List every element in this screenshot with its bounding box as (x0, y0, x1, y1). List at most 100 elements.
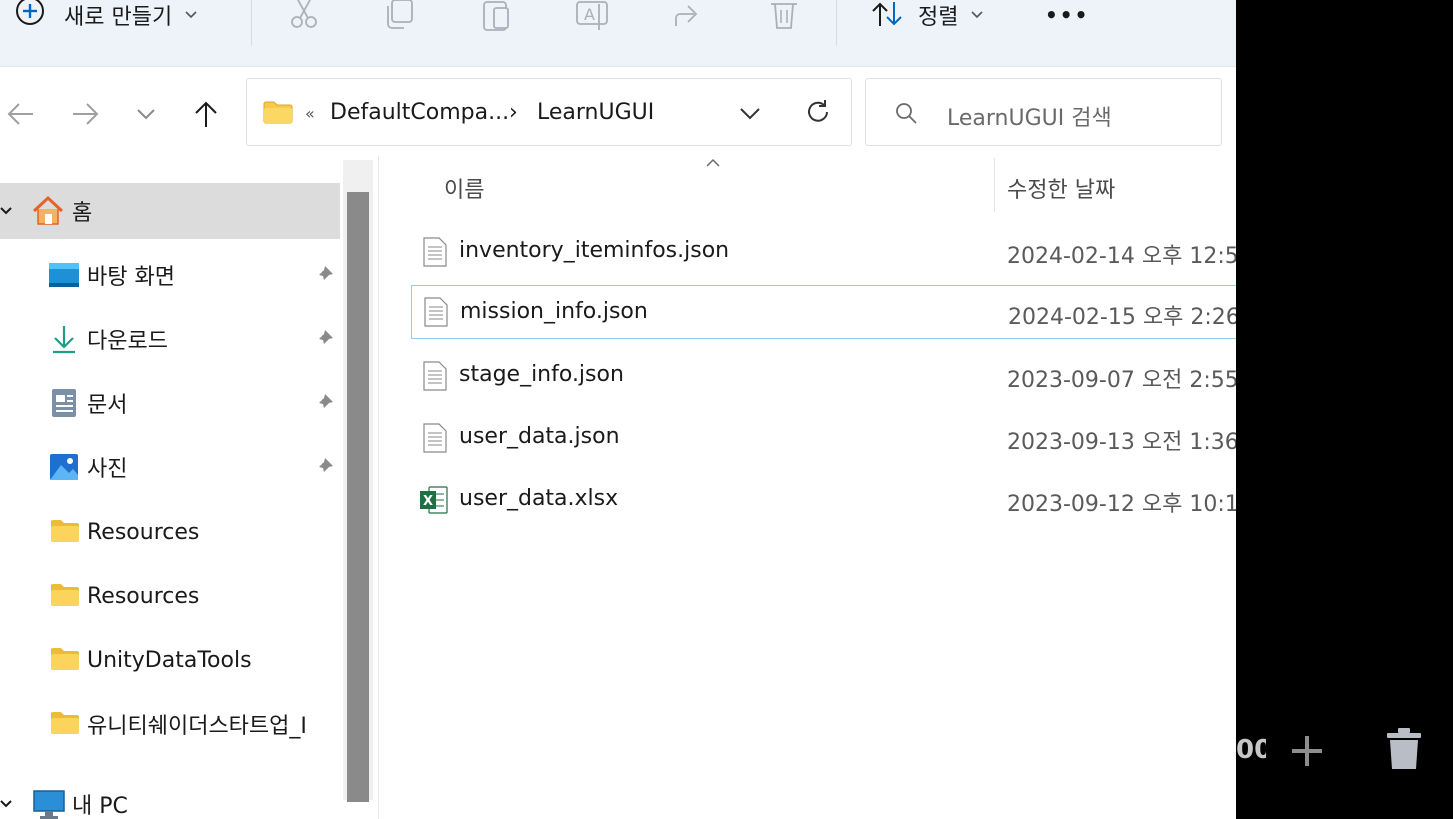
cut-icon[interactable] (288, 0, 320, 32)
svg-text:A: A (584, 5, 595, 24)
sort-ascending-caret-icon (706, 158, 720, 167)
folder-icon (263, 101, 293, 124)
breadcrumb-learnugui[interactable]: LearnUGUI (537, 100, 654, 125)
pin-icon[interactable] (313, 328, 335, 350)
more-options-button[interactable]: ••• (1045, 0, 1089, 30)
refresh-icon[interactable] (805, 99, 831, 125)
file-name: user_data.json (459, 424, 620, 449)
column-separator[interactable] (994, 158, 995, 212)
folder-icon (51, 648, 79, 670)
file-row-selected[interactable]: mission_info.json 2024-02-15 오후 2:26 (411, 285, 1236, 339)
file-row[interactable]: stage_info.json 2023-09-07 오전 2:55 (411, 349, 1236, 403)
file-name: inventory_iteminfos.json (459, 238, 730, 263)
chevron-down-icon[interactable] (739, 106, 761, 120)
sidebar-item-resources-2[interactable]: Resources (0, 568, 340, 624)
sidebar-item-downloads[interactable]: 다운로드 (0, 311, 340, 367)
json-file-icon (423, 423, 447, 453)
sort-button-label: 정렬 (918, 5, 959, 30)
plus-icon[interactable] (1289, 733, 1325, 769)
column-header-modified[interactable]: 수정한 날짜 (1007, 172, 1115, 204)
sidebar-item-label: Resources (87, 519, 200, 545)
sidebar-item-this-pc[interactable]: 내 PC (0, 776, 340, 819)
more-options-icon: ••• (1045, 3, 1090, 27)
arrow-left-icon (7, 103, 33, 125)
plus-circle-icon (16, 0, 44, 25)
breadcrumb-separator: › (509, 100, 518, 125)
sidebar-item-unity-shader-startup[interactable]: 유니티쉐이더스타트업_I (0, 696, 340, 752)
sort-arrows-icon (872, 2, 902, 26)
sidebar-item-label: 문서 (87, 393, 128, 418)
chevron-down-icon (971, 11, 984, 19)
pin-icon[interactable] (313, 456, 335, 478)
svg-text:X: X (423, 494, 433, 509)
chevron-down-icon (185, 11, 197, 19)
arrow-up-icon (195, 101, 217, 127)
rename-icon[interactable]: A (575, 0, 609, 32)
address-bar[interactable]: « DefaultCompa... › LearnUGUI (246, 78, 852, 146)
toolbar-separator (251, 0, 252, 46)
file-row[interactable]: user_data.json 2023-09-13 오전 1:36 (411, 411, 1236, 465)
sidebar-item-label: Resources (87, 583, 200, 609)
expand-chevron-icon[interactable] (0, 205, 14, 217)
sidebar-item-pictures[interactable]: 사진 (0, 439, 340, 495)
file-name: mission_info.json (460, 299, 648, 324)
folder-icon (51, 584, 79, 606)
file-row[interactable]: inventory_iteminfos.json 2024-02-14 오후 1… (411, 225, 1236, 279)
sidebar-item-unitydatatools[interactable]: UnityDataTools (0, 632, 340, 688)
delete-icon[interactable] (768, 0, 800, 32)
sidebar-item-label: 내 PC (72, 794, 128, 819)
desktop-icon (49, 263, 79, 287)
column-header-name[interactable]: 이름 (444, 172, 484, 204)
pin-icon[interactable] (313, 264, 335, 286)
download-icon (53, 326, 75, 354)
expand-chevron-icon[interactable] (0, 798, 14, 810)
background-app-number: 00 (1236, 735, 1266, 765)
forward-button[interactable] (66, 94, 106, 134)
file-row[interactable]: X user_data.xlsx 2023-09-12 오후 10:1 (411, 473, 1236, 527)
pictures-icon (50, 454, 78, 480)
breadcrumb-defaultcompany[interactable]: DefaultCompa... (330, 100, 509, 125)
up-button[interactable] (186, 94, 226, 134)
recent-locations-button[interactable] (126, 94, 166, 134)
trash-icon[interactable] (1385, 727, 1423, 771)
file-date: 2024-02-15 오후 2:26 (1008, 305, 1236, 330)
folder-icon (51, 520, 79, 542)
sidebar-item-label: 홈 (72, 201, 93, 226)
paste-icon[interactable] (480, 0, 512, 32)
file-date: 2023-09-13 오전 1:36 (1007, 430, 1236, 455)
sidebar-item-home[interactable]: 홈 (0, 183, 340, 239)
chevron-down-icon (137, 109, 155, 120)
sidebar-item-label: 다운로드 (87, 329, 168, 354)
sidebar-item-documents[interactable]: 문서 (0, 375, 340, 431)
pin-icon[interactable] (313, 392, 335, 414)
breadcrumb-overflow[interactable]: « (305, 104, 315, 123)
file-name: user_data.xlsx (459, 486, 619, 511)
sidebar-item-desktop[interactable]: 바탕 화면 (0, 247, 340, 303)
new-button[interactable]: 새로 만들기 (14, 0, 198, 30)
json-file-icon (424, 297, 448, 327)
sidebar-item-label: UnityDataTools (87, 647, 252, 673)
sort-button[interactable]: 정렬 (870, 0, 984, 30)
arrow-right-icon (73, 103, 99, 125)
excel-file-icon: X (420, 486, 448, 514)
search-input[interactable]: LearnUGUI 검색 (947, 100, 1112, 132)
computer-icon (33, 790, 65, 819)
sidebar-item-label: 사진 (87, 457, 128, 482)
file-name: stage_info.json (459, 362, 624, 387)
search-icon (896, 103, 917, 124)
copy-icon[interactable] (384, 0, 416, 32)
documents-icon (52, 389, 76, 417)
home-icon (32, 195, 64, 225)
file-date: 2024-02-14 오후 12:5 (1007, 244, 1236, 269)
file-explorer-window: 새로 만들기 A 정렬 ••• « DefaultCompa... › Lear… (0, 0, 1236, 819)
share-icon[interactable] (672, 0, 704, 32)
pane-divider[interactable] (378, 156, 379, 819)
back-button[interactable] (0, 94, 40, 134)
search-box[interactable]: LearnUGUI 검색 (865, 78, 1222, 146)
sidebar-item-label: 유니티쉐이더스타트업_I (87, 714, 307, 739)
sidebar-item-label: 바탕 화면 (87, 265, 175, 290)
json-file-icon (423, 237, 447, 267)
sidebar-item-resources[interactable]: Resources (0, 504, 340, 560)
folder-icon (51, 712, 79, 734)
sidebar-scrollbar-thumb[interactable] (347, 192, 369, 802)
